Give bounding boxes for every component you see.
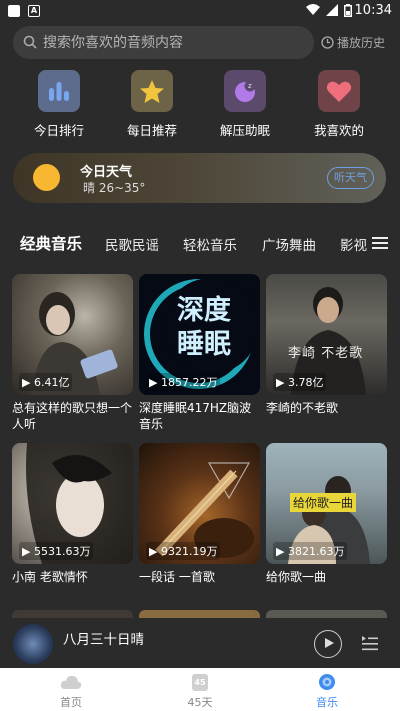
history-label: 播放历史: [337, 36, 386, 50]
quick-link-rank[interactable]: 今日排行: [29, 70, 89, 139]
play-count-value: 3821.63万: [287, 545, 345, 558]
play-count-value: 9321.19万: [160, 545, 218, 558]
moon-icon: z: [235, 80, 256, 102]
play-count: ▶ 6.41亿: [19, 373, 73, 391]
nav-label-45days: 45天: [187, 696, 213, 709]
cloud-icon: [60, 675, 82, 689]
listen-weather-button[interactable]: 听天气: [327, 167, 374, 189]
nav-home[interactable]: 首页: [41, 672, 101, 710]
play-count: ▶ 9321.19万: [146, 542, 221, 560]
playlist-icon[interactable]: [361, 634, 379, 652]
album-cover: ▶ 9321.19万: [139, 443, 260, 564]
clock-icon: [321, 36, 334, 49]
album-cover: 给你歌一曲 ▶ 3821.63万: [266, 443, 387, 564]
quick-label-favorites: 我喜欢的: [313, 123, 364, 138]
nav-label-music: 音乐: [316, 696, 338, 709]
sun-icon: [33, 164, 60, 191]
play-count-value: 5531.63万: [33, 545, 91, 558]
album-title: 给你歌一曲: [266, 570, 327, 584]
tab-folk[interactable]: 民歌民谣: [105, 234, 159, 254]
cover-text: 李崎 不老歌: [288, 342, 363, 361]
cover-text-line: 不老歌: [321, 346, 364, 361]
quick-link-recommend[interactable]: 每日推荐: [122, 70, 182, 139]
weather-title: 今日天气: [80, 165, 133, 180]
quick-label-sleep: 解压助眠: [219, 123, 270, 138]
album-title: 小南 老歌情怀: [12, 570, 88, 584]
bottom-nav: 首页 45 45天 音乐: [0, 668, 400, 711]
album-title: 深度睡眠417HZ脑波音乐: [139, 401, 252, 431]
play-button[interactable]: [314, 630, 342, 658]
album-cover: ▶ 5531.63万: [12, 443, 133, 564]
weather-card[interactable]: 今日天气 晴 26~35° 听天气: [13, 153, 386, 203]
album-card[interactable]: 给你歌一曲 ▶ 3821.63万 给你歌一曲: [266, 443, 387, 585]
tab-easy[interactable]: 轻松音乐: [183, 234, 237, 254]
nav-45days[interactable]: 45 45天: [170, 672, 230, 710]
play-count-value: 1857.22万: [160, 376, 218, 389]
menu-icon[interactable]: [372, 236, 388, 250]
category-tabs: 经典音乐 民歌民谣 轻松音乐 广场舞曲 影视: [0, 226, 370, 262]
app-notification-icon: A: [28, 5, 40, 17]
weather-condition: 晴 26~35°: [83, 181, 146, 195]
tab-film[interactable]: 影视: [340, 234, 367, 254]
mini-player[interactable]: 八月三十日晴: [0, 618, 400, 668]
play-count: ▶ 5531.63万: [19, 542, 94, 560]
battery-icon: [344, 4, 352, 17]
play-icon: [325, 638, 334, 648]
cover-text-line: 深度: [177, 295, 231, 326]
album-title: 李崎的不老歌: [266, 401, 339, 415]
signal-icon: [326, 4, 338, 16]
quick-tile-recommend: [131, 70, 173, 112]
album-cover: 李崎 不老歌 ▶ 3.78亿: [266, 274, 387, 395]
status-time: 10:34: [354, 3, 392, 18]
notification-icon: [8, 5, 20, 17]
quick-label-rank: 今日排行: [33, 123, 84, 138]
play-count-value: 3.78亿: [287, 376, 324, 389]
svg-text:z: z: [248, 82, 252, 90]
now-playing-title: 八月三十日晴: [63, 632, 144, 648]
album-card[interactable]: ▶ 5531.63万 小南 老歌情怀: [12, 443, 133, 585]
nav-label-home: 首页: [60, 696, 82, 709]
tab-classic[interactable]: 经典音乐: [20, 232, 82, 254]
heart-icon: [326, 81, 352, 102]
history-button[interactable]: 播放历史: [321, 34, 385, 51]
album-card[interactable]: ▶ 9321.19万 一段话 一首歌: [139, 443, 260, 585]
album-card[interactable]: 深度 睡眠 ▶ 1857.22万 深度睡眠417HZ脑波音乐: [139, 274, 260, 432]
cover-text-line: 李崎: [288, 346, 317, 361]
calendar-badge: 45: [194, 677, 206, 687]
cover-text: 给你歌一曲: [290, 493, 357, 512]
nav-music[interactable]: 音乐: [297, 672, 357, 710]
bar-chart-icon: [49, 82, 69, 101]
wifi-icon: [306, 4, 320, 15]
album-cover: 深度 睡眠 ▶ 1857.22万: [139, 274, 260, 395]
quick-link-favorites[interactable]: 我喜欢的: [309, 70, 369, 139]
play-count: ▶ 1857.22万: [146, 373, 221, 391]
play-count: ▶ 3.78亿: [273, 373, 327, 391]
quick-tile-sleep: z: [224, 70, 266, 112]
cover-text: 深度 睡眠: [177, 294, 231, 362]
now-playing-cover[interactable]: [13, 624, 53, 664]
status-bar: A 10:34: [0, 0, 400, 22]
album-card[interactable]: 李崎 不老歌 ▶ 3.78亿 李崎的不老歌: [266, 274, 387, 416]
quick-tile-favorites: [318, 70, 360, 112]
music-disc-icon: [319, 674, 335, 690]
search-input[interactable]: [43, 26, 303, 59]
album-title: 总有这样的歌只想一个人听: [12, 401, 133, 431]
cover-text-line: 睡眠: [177, 329, 231, 360]
search-bar[interactable]: [13, 26, 314, 59]
search-icon: [23, 35, 37, 49]
quick-link-sleep[interactable]: z 解压助眠: [215, 70, 275, 139]
tab-square-dance[interactable]: 广场舞曲: [262, 234, 316, 254]
quick-label-recommend: 每日推荐: [126, 123, 177, 138]
quick-tile-rank: [38, 70, 80, 112]
star-icon: [140, 79, 164, 103]
album-card[interactable]: ▶ 6.41亿 总有这样的歌只想一个人听: [12, 274, 133, 432]
play-count-value: 6.41亿: [33, 376, 70, 389]
play-count: ▶ 3821.63万: [273, 542, 348, 560]
calendar-icon: 45: [192, 673, 208, 691]
album-cover: ▶ 6.41亿: [12, 274, 133, 395]
album-title: 一段话 一首歌: [139, 570, 215, 584]
